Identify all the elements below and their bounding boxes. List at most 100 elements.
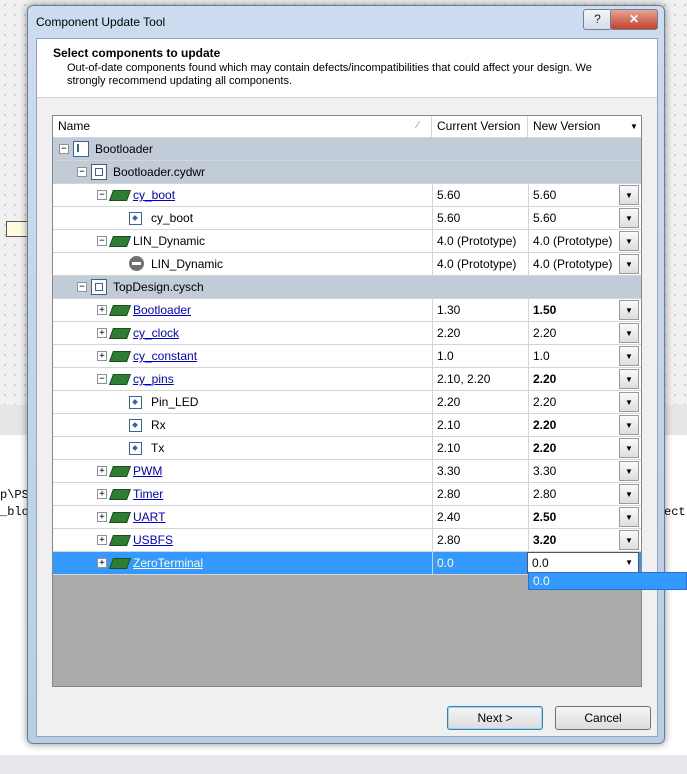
column-divider xyxy=(528,368,529,390)
component-link[interactable]: USBFS xyxy=(133,529,173,551)
table-row[interactable]: + USBFS 2.80 3.20 ▼ xyxy=(53,529,641,552)
column-divider xyxy=(432,207,433,229)
expand-icon[interactable]: + xyxy=(97,558,107,568)
table-row[interactable]: cy_boot 5.60 5.60 ▼ xyxy=(53,207,641,230)
table-row[interactable]: + Bootloader 1.30 1.50 ▼ xyxy=(53,299,641,322)
version-dropdown-button[interactable]: ▼ xyxy=(619,507,639,527)
row-name: TopDesign.cysch xyxy=(113,280,204,294)
expand-icon[interactable]: + xyxy=(97,512,107,522)
table-row[interactable]: + cy_clock 2.20 2.20 ▼ xyxy=(53,322,641,345)
component-link[interactable]: cy_pins xyxy=(133,368,174,390)
cancel-button[interactable]: Cancel xyxy=(555,706,651,730)
collapse-icon[interactable]: − xyxy=(97,190,107,200)
current-version-cell: 2.40 xyxy=(437,510,461,524)
new-version-cell: 2.20 xyxy=(533,418,557,432)
component-link[interactable]: cy_clock xyxy=(133,322,179,344)
row-name: Tx xyxy=(151,441,165,455)
version-dropdown-button[interactable]: ▼ xyxy=(619,392,639,412)
version-dropdown-button[interactable]: ▼ xyxy=(619,346,639,366)
collapse-icon[interactable]: − xyxy=(97,236,107,246)
column-divider xyxy=(432,345,433,367)
column-header-new-version[interactable]: New Version xyxy=(528,116,641,137)
component-link[interactable]: cy_boot xyxy=(133,184,175,206)
expand-icon[interactable]: + xyxy=(97,535,107,545)
column-header-current-version[interactable]: Current Version xyxy=(432,116,528,137)
group-row[interactable]: − Bootloader xyxy=(53,138,641,161)
component-link[interactable]: Timer xyxy=(133,483,163,505)
component-link[interactable]: UART xyxy=(133,506,165,528)
component-icon xyxy=(108,328,132,339)
dialog-header: Select components to update Out-of-date … xyxy=(37,39,657,98)
new-version-combobox[interactable]: 0.0 ▼ xyxy=(527,552,639,574)
schematic-icon xyxy=(91,164,107,180)
table-row[interactable]: Pin_LED 2.20 2.20 ▼ xyxy=(53,391,641,414)
current-version-cell: 4.0 (Prototype) xyxy=(437,234,517,248)
row-name: Bootloader xyxy=(95,142,154,156)
group-row[interactable]: − TopDesign.cysch xyxy=(53,276,641,299)
column-divider xyxy=(432,483,433,505)
table-row[interactable]: − cy_pins 2.10, 2.20 2.20 ▼ xyxy=(53,368,641,391)
sort-grip-icon: ⁄ xyxy=(417,120,419,131)
version-dropdown-button[interactable]: ▼ xyxy=(619,484,639,504)
component-icon xyxy=(108,305,132,316)
version-dropdown-button[interactable]: ▼ xyxy=(619,530,639,550)
collapse-icon[interactable]: − xyxy=(77,167,87,177)
component-link[interactable]: Bootloader xyxy=(133,299,191,321)
version-dropdown-button[interactable]: ▼ xyxy=(619,461,639,481)
component-link[interactable]: ZeroTerminal xyxy=(133,552,203,574)
current-version-cell: 2.80 xyxy=(437,487,461,501)
current-version-cell: 3.30 xyxy=(437,464,461,478)
table-row[interactable]: − cy_boot 5.60 5.60 ▼ xyxy=(53,184,641,207)
component-icon xyxy=(108,190,132,201)
expand-icon[interactable]: + xyxy=(97,328,107,338)
new-version-dropdown-option[interactable]: 0.0 xyxy=(528,572,687,590)
close-button[interactable]: ✕ xyxy=(610,9,658,30)
table-row[interactable]: + PWM 3.30 3.30 ▼ xyxy=(53,460,641,483)
column-header-dropdown-icon[interactable]: ▼ xyxy=(630,122,638,131)
version-dropdown-button[interactable]: ▼ xyxy=(619,185,639,205)
current-version-cell: 5.60 xyxy=(437,211,461,225)
new-version-cell: 2.20 xyxy=(533,395,557,409)
column-divider xyxy=(432,322,433,344)
table-row[interactable]: Rx 2.10 2.20 ▼ xyxy=(53,414,641,437)
expand-icon[interactable]: + xyxy=(97,466,107,476)
new-version-cell: 2.20 xyxy=(533,326,557,340)
current-version-cell: 0.0 xyxy=(437,556,454,570)
new-version-value: 0.0 xyxy=(532,556,549,570)
table-row[interactable]: + Timer 2.80 2.80 ▼ xyxy=(53,483,641,506)
table-row[interactable]: LIN_Dynamic 4.0 (Prototype) 4.0 (Prototype… xyxy=(53,253,641,276)
project-icon xyxy=(73,141,89,157)
group-row[interactable]: − Bootloader.cydwr xyxy=(53,161,641,184)
version-dropdown-button[interactable]: ▼ xyxy=(619,231,639,251)
chevron-down-icon[interactable]: ▼ xyxy=(625,553,633,573)
table-row[interactable]: − LIN_Dynamic 4.0 (Prototype) 4.0 (Prototyp… xyxy=(53,230,641,253)
table-row[interactable]: Tx 2.10 2.20 ▼ xyxy=(53,437,641,460)
component-link[interactable]: PWM xyxy=(133,460,162,482)
current-version-cell: 2.10, 2.20 xyxy=(437,372,491,386)
expand-icon[interactable]: + xyxy=(97,351,107,361)
expand-icon[interactable]: + xyxy=(97,305,107,315)
instance-icon xyxy=(129,442,142,455)
table-row[interactable]: + cy_constant 1.0 1.0 ▼ xyxy=(53,345,641,368)
expand-icon[interactable]: + xyxy=(97,489,107,499)
next-button[interactable]: Next > xyxy=(447,706,543,730)
component-link[interactable]: cy_constant xyxy=(133,345,197,367)
collapse-icon[interactable]: − xyxy=(59,144,69,154)
version-dropdown-button[interactable]: ▼ xyxy=(619,254,639,274)
column-header-name[interactable]: Name xyxy=(53,116,432,137)
column-divider xyxy=(432,552,433,574)
version-dropdown-button[interactable]: ▼ xyxy=(619,208,639,228)
collapse-icon[interactable]: − xyxy=(77,282,87,292)
new-version-cell: 4.0 (Prototype) xyxy=(533,257,613,271)
new-version-cell: 2.50 xyxy=(533,510,557,524)
table-row[interactable]: + UART 2.40 2.50 ▼ xyxy=(53,506,641,529)
version-dropdown-button[interactable]: ▼ xyxy=(619,300,639,320)
collapse-icon[interactable]: − xyxy=(97,374,107,384)
new-version-cell: 1.0 xyxy=(533,349,550,363)
version-dropdown-button[interactable]: ▼ xyxy=(619,438,639,458)
version-dropdown-button[interactable]: ▼ xyxy=(619,323,639,343)
current-version-cell: 5.60 xyxy=(437,188,461,202)
version-dropdown-button[interactable]: ▼ xyxy=(619,369,639,389)
version-dropdown-button[interactable]: ▼ xyxy=(619,415,639,435)
help-button[interactable]: ? xyxy=(583,9,612,30)
